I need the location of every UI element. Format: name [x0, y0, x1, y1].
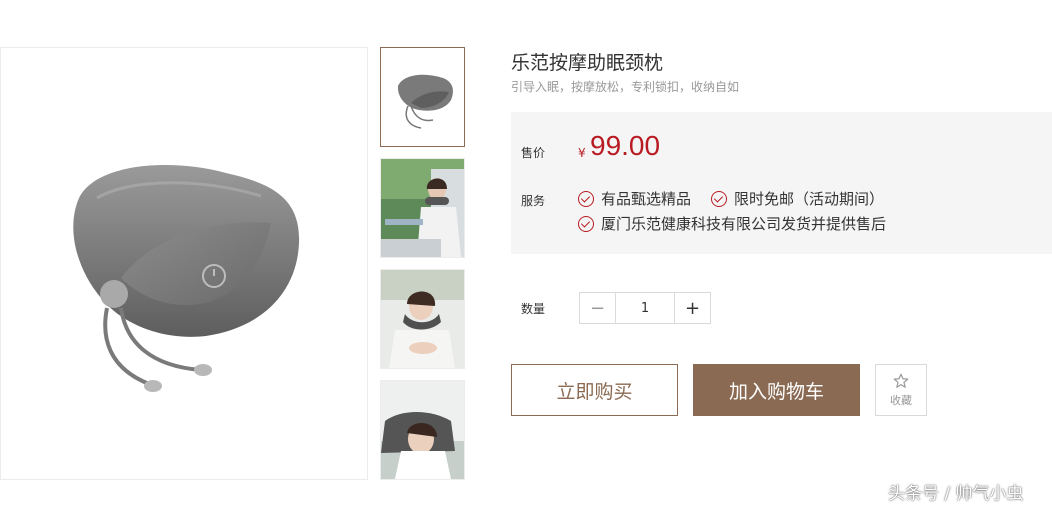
star-icon [893, 373, 909, 388]
thumbnail-image [397, 74, 453, 129]
thumbnail-4[interactable] [380, 380, 465, 480]
currency-symbol: ¥ [578, 146, 586, 160]
thumbnail-3[interactable] [380, 269, 465, 369]
watermark-text: 头条号 / 帅气小虫 [888, 484, 1024, 504]
check-icon [578, 215, 594, 232]
neck-pillow-illustration [73, 165, 300, 392]
thumbnail-image [381, 381, 464, 479]
check-icon [711, 190, 727, 207]
price-panel: 售价 ¥ 99.00 服务 有品甄选精品 限时免邮（活动期间） 厦门乐范健康科技… [511, 112, 1052, 254]
quantity-stepper: − 1 + [579, 292, 711, 324]
favorite-label: 收藏 [890, 394, 912, 407]
main-product-image [0, 47, 368, 480]
product-subtitle: 引导入眠，按摩放松，专利锁扣，收纳自如 [511, 80, 740, 94]
quantity-input[interactable]: 1 [615, 293, 675, 323]
service-item: 有品甄选精品 [578, 188, 691, 209]
service-item: 厦门乐范健康科技有限公司发货并提供售后 [578, 213, 886, 234]
service-label: 服务 [521, 194, 546, 208]
price-label: 售价 [521, 146, 546, 160]
thumbnail-1[interactable] [380, 47, 465, 147]
service-item: 限时免邮（活动期间） [711, 188, 884, 209]
thumbnail-2[interactable] [380, 158, 465, 258]
price-value: 99.00 [590, 130, 661, 161]
add-to-cart-button[interactable]: 加入购物车 [693, 364, 860, 416]
service-text: 有品甄选精品 [601, 190, 692, 208]
buy-now-button[interactable]: 立即购买 [511, 364, 678, 416]
product-title: 乐范按摩助眠颈枕 [511, 52, 664, 74]
service-text: 厦门乐范健康科技有限公司发货并提供售后 [601, 215, 887, 233]
service-text: 限时免邮（活动期间） [734, 190, 885, 208]
favorite-button[interactable]: 收藏 [875, 364, 927, 416]
check-icon [578, 190, 594, 207]
thumbnail-image [381, 270, 464, 368]
quantity-label: 数量 [521, 302, 546, 316]
thumbnail-image [381, 159, 464, 257]
plus-icon[interactable]: + [675, 293, 710, 323]
minus-icon[interactable]: − [580, 293, 615, 323]
